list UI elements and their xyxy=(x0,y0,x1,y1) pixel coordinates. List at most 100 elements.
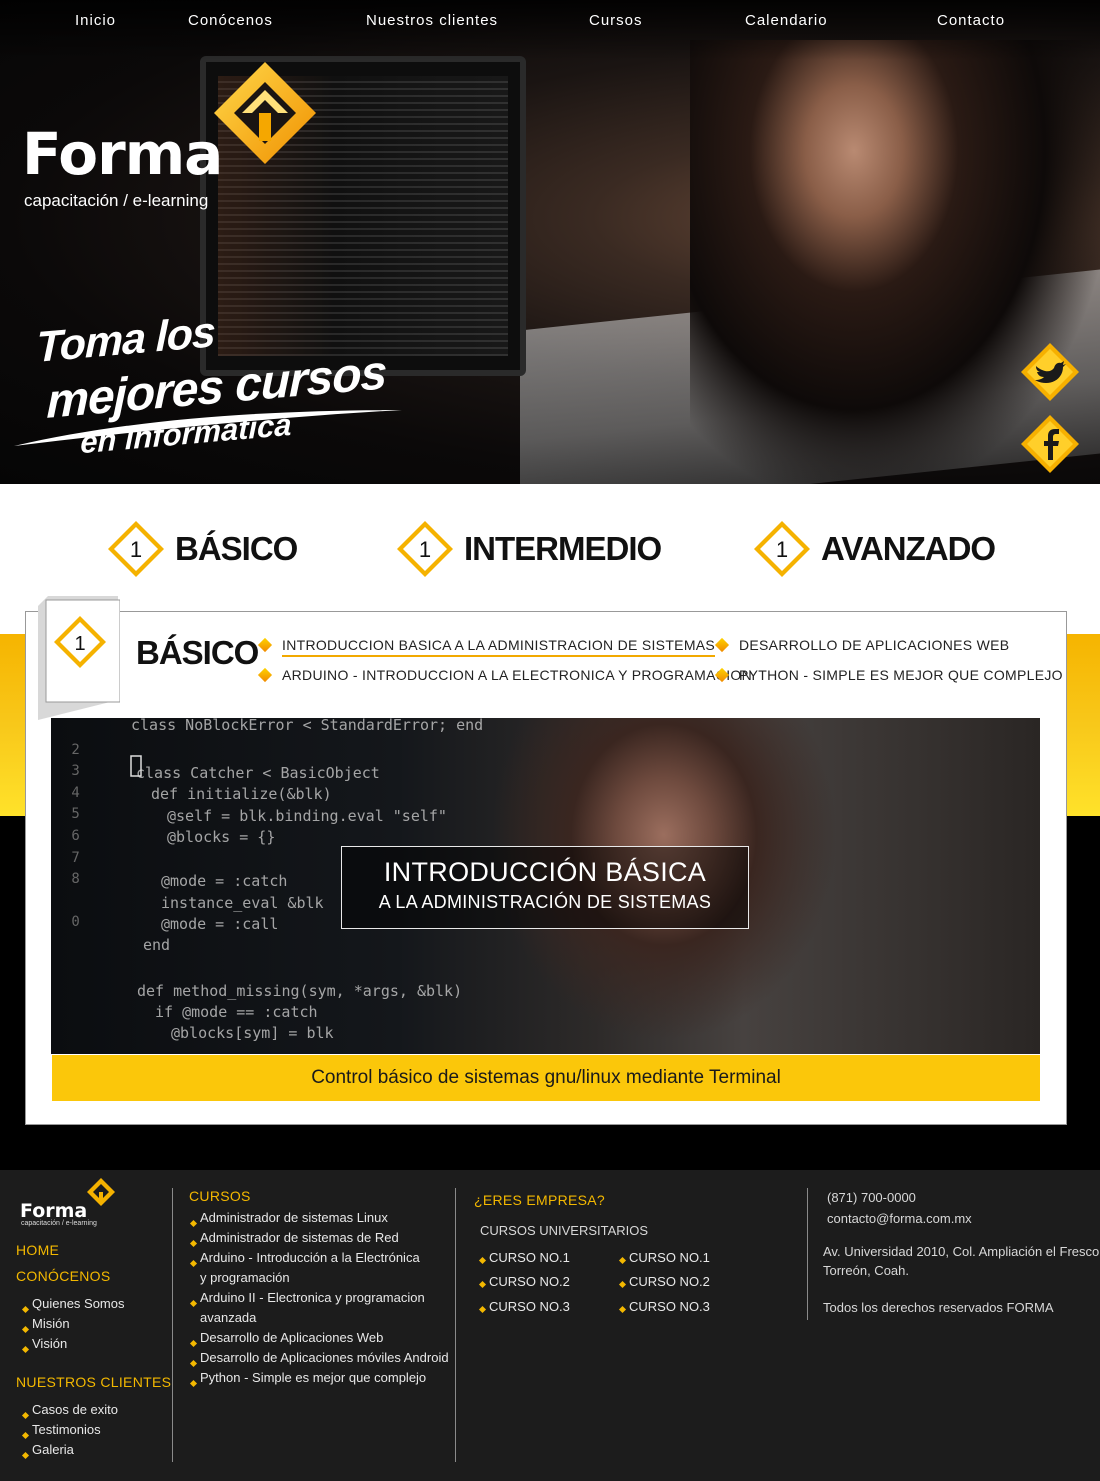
bullet-icon xyxy=(189,1239,198,1248)
course-link-arduino[interactable]: ARDUINO - INTRODUCCION A LA ELECTRONICA … xyxy=(282,667,752,683)
brand-logo[interactable]: Forma xyxy=(22,120,223,188)
twitter-icon[interactable] xyxy=(1020,342,1080,402)
svg-text:1: 1 xyxy=(776,537,788,562)
bullet-icon xyxy=(618,1305,627,1314)
footer-link-quienes-somos[interactable]: Quienes Somos xyxy=(32,1296,125,1311)
footer-link-conocenos[interactable]: CONÓCENOS xyxy=(16,1268,111,1284)
svg-text:@mode = :call: @mode = :call xyxy=(161,915,278,933)
footer-divider xyxy=(807,1188,808,1320)
footer-logo-mark-icon xyxy=(87,1178,115,1206)
feature-caption: Control básico de sistemas gnu/linux med… xyxy=(52,1055,1040,1101)
bullet-icon xyxy=(21,1325,30,1334)
svg-text:if @mode == :catch: if @mode == :catch xyxy=(155,1003,318,1021)
level-tag-icon: 1 xyxy=(38,596,120,720)
bullet-icon xyxy=(189,1379,198,1388)
footer-empresa-heading[interactable]: ¿ERES EMPRESA? xyxy=(474,1192,605,1208)
bullet-icon xyxy=(21,1345,30,1354)
footer-link-testimonios[interactable]: Testimonios xyxy=(32,1422,101,1437)
footer-phone[interactable]: (871) 700-0000 xyxy=(827,1190,916,1205)
bullet-icon xyxy=(189,1339,198,1348)
facebook-icon[interactable] xyxy=(1020,414,1080,474)
nav-calendario[interactable]: Calendario xyxy=(745,12,828,29)
nav-contacto[interactable]: Contacto xyxy=(937,12,1005,29)
code-gutter: 2 3 4 5 6 7 8 0 xyxy=(71,741,80,931)
bullet-icon xyxy=(21,1305,30,1314)
footer-brand-logo[interactable]: Forma xyxy=(20,1200,87,1222)
course-feature-image[interactable]: 2 3 4 5 6 7 8 0 class NoBlockError < Sta… xyxy=(51,718,1040,1054)
footer-address-line1: Av. Universidad 2010, Col. Ampliación el… xyxy=(823,1244,1100,1259)
hero-slogan: Toma los mejores cursos en informática xyxy=(14,308,414,480)
panel-title: BÁSICO xyxy=(136,634,259,671)
footer-curso-no-link[interactable]: CURSO NO.2 xyxy=(629,1274,710,1289)
footer-link-casos[interactable]: Casos de exito xyxy=(32,1402,118,1417)
bullet-icon xyxy=(189,1359,198,1368)
level-badge-icon: 1 xyxy=(108,521,164,577)
footer: Forma capacitación / e-learning HOME CON… xyxy=(0,1170,1100,1481)
level-badge-icon: 1 xyxy=(754,521,810,577)
bullet-icon xyxy=(618,1280,627,1289)
bullet-icon xyxy=(478,1256,487,1265)
footer-link-clientes[interactable]: NUESTROS CLIENTES xyxy=(16,1374,171,1390)
course-link-web[interactable]: DESARROLLO DE APLICACIONES WEB xyxy=(739,637,1009,653)
footer-curso-no-link[interactable]: CURSO NO.3 xyxy=(489,1299,570,1314)
footer-address-line2: Torreón, Coah. xyxy=(823,1263,909,1278)
footer-curso-link[interactable]: Desarrollo de Aplicaciones Web xyxy=(200,1330,383,1345)
level-label: AVANZADO xyxy=(821,530,996,567)
footer-curso-link[interactable]: Arduino - Introducción a la Electrónica xyxy=(200,1250,420,1265)
footer-curso-link[interactable]: Desarrollo de Aplicaciones móviles Andro… xyxy=(200,1350,449,1365)
bullet-icon xyxy=(189,1259,198,1268)
bullet-icon xyxy=(478,1280,487,1289)
nav-nuestros-clientes[interactable]: Nuestros clientes xyxy=(366,12,498,29)
bullet-icon xyxy=(189,1219,198,1228)
svg-text:class Catcher < BasicObject: class Catcher < BasicObject xyxy=(136,764,380,782)
footer-brand-tagline: capacitación / e-learning xyxy=(21,1220,97,1227)
footer-divider xyxy=(455,1188,456,1462)
footer-curso-link[interactable]: Python - Simple es mejor que complejo xyxy=(200,1370,426,1385)
footer-universitarios-link[interactable]: CURSOS UNIVERSITARIOS xyxy=(480,1223,648,1238)
footer-cursos-heading[interactable]: CURSOS xyxy=(189,1188,251,1204)
footer-link-vision[interactable]: Visión xyxy=(32,1336,67,1351)
brand-tagline: capacitación / e-learning xyxy=(24,191,209,210)
footer-link-home[interactable]: HOME xyxy=(16,1242,59,1258)
bullet-icon xyxy=(478,1305,487,1314)
footer-curso-link[interactable]: Administrador de sistemas Linux xyxy=(200,1210,388,1225)
course-link-admin-sistemas[interactable]: INTRODUCCION BASICA A LA ADMINISTRACION … xyxy=(282,637,716,657)
footer-email[interactable]: contacto@forma.com.mx xyxy=(827,1211,972,1226)
footer-curso-no-link[interactable]: CURSO NO.1 xyxy=(629,1250,710,1265)
feature-title-box: INTRODUCCIÓN BÁSICA A LA ADMINISTRACIÓN … xyxy=(341,846,749,929)
nav-cursos[interactable]: Cursos xyxy=(589,12,643,29)
bullet-icon xyxy=(21,1431,30,1440)
footer-divider xyxy=(172,1188,173,1462)
svg-text:end: end xyxy=(143,936,170,954)
level-badge-icon: 1 xyxy=(397,521,453,577)
svg-text:def initialize(&blk): def initialize(&blk) xyxy=(151,785,332,803)
course-link-python[interactable]: PYTHON - SIMPLE ES MEJOR QUE COMPLEJO xyxy=(739,667,1063,683)
footer-curso-no-link[interactable]: CURSO NO.3 xyxy=(629,1299,710,1314)
level-label: INTERMEDIO xyxy=(464,530,662,567)
svg-text:1: 1 xyxy=(419,537,431,562)
bullet-icon xyxy=(618,1256,627,1265)
svg-text:def method_missing(sym, *args,: def method_missing(sym, *args, &blk) xyxy=(137,982,462,1000)
footer-link-mision[interactable]: Misión xyxy=(32,1316,70,1331)
hero-banner: Inicio Conócenos Nuestros clientes Curso… xyxy=(0,0,1100,484)
footer-curso-no-link[interactable]: CURSO NO.1 xyxy=(489,1250,570,1265)
footer-link-galeria[interactable]: Galeria xyxy=(32,1442,74,1457)
top-nav: Inicio Conócenos Nuestros clientes Curso… xyxy=(0,12,1100,34)
logo-mark-icon xyxy=(214,62,316,164)
footer-curso-no-link[interactable]: CURSO NO.2 xyxy=(489,1274,570,1289)
svg-text:class NoBlockError < StandardE: class NoBlockError < StandardError; end xyxy=(131,718,483,734)
level-label: BÁSICO xyxy=(175,530,298,567)
svg-text:1: 1 xyxy=(74,633,85,655)
footer-curso-link[interactable]: Administrador de sistemas de Red xyxy=(200,1230,399,1245)
footer-curso-link-cont[interactable]: avanzada xyxy=(200,1310,256,1325)
nav-inicio[interactable]: Inicio xyxy=(75,12,116,29)
footer-curso-link-cont[interactable]: y programación xyxy=(200,1270,290,1285)
svg-text:@blocks = {}: @blocks = {} xyxy=(167,828,275,846)
svg-text:instance_eval &blk: instance_eval &blk xyxy=(161,894,324,912)
bullet-icon xyxy=(21,1411,30,1420)
nav-conocenos[interactable]: Conócenos xyxy=(188,12,273,29)
footer-rights: Todos los derechos reservados FORMA xyxy=(823,1300,1054,1315)
footer-curso-link[interactable]: Arduino II - Electronica y programacion xyxy=(200,1290,425,1305)
feature-subtitle: A LA ADMINISTRACIÓN DE SISTEMAS xyxy=(378,892,712,912)
feature-title: INTRODUCCIÓN BÁSICA xyxy=(383,857,707,887)
